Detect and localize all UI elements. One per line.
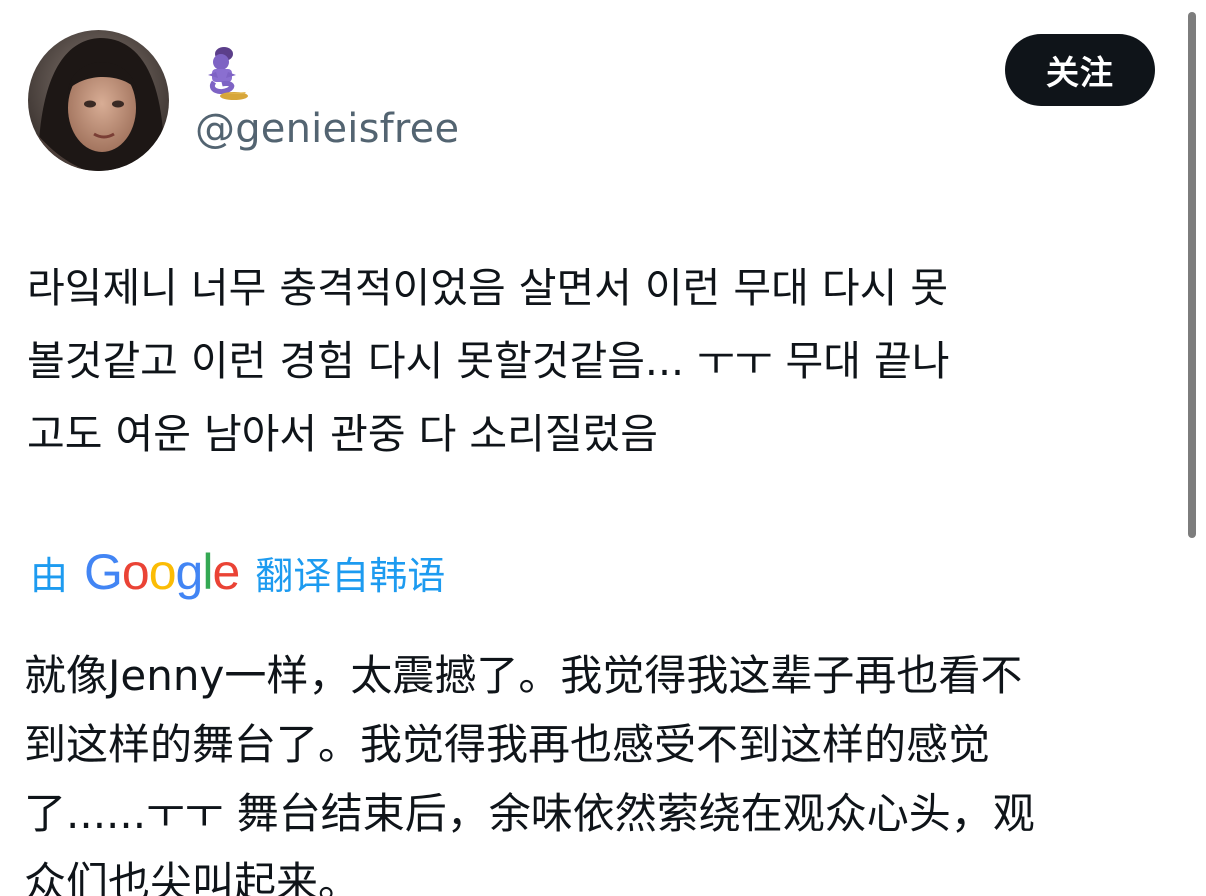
translated-text-line: 就像Jenny一样，太震撼了。我觉得我这辈子再也看不 bbox=[24, 651, 1023, 700]
translated-text-line: 到这样的舞台了。我觉得我再也感受不到这样的感觉 bbox=[24, 720, 991, 769]
tweet-text-line: 라잌제니 너무 충격적이었음 살면서 이런 무대 다시 못 bbox=[27, 264, 949, 312]
avatar-photo bbox=[28, 30, 169, 171]
google-logo-letter: g bbox=[175, 544, 204, 600]
google-logo-letter: G bbox=[84, 544, 123, 600]
author-handle[interactable]: @genieisfree bbox=[195, 106, 459, 152]
translation-attribution[interactable]: 由 G o o g l e 翻译自韩语 bbox=[30, 540, 445, 604]
translation-source-label: 翻译自韩语 bbox=[255, 553, 446, 598]
tweet-detail-view: @genieisfree 关注 라잌제니 너무 충격적이었음 살면서 이런 무대… bbox=[0, 0, 1206, 896]
translation-prefix: 由 bbox=[30, 553, 69, 598]
tweet-text: 라잌제니 너무 충격적이었음 살면서 이런 무대 다시 못 볼것같고 이런 경험… bbox=[27, 252, 1167, 471]
translated-text: 就像Jenny一样，太震撼了。我觉得我这辈子再也看不 到这样的舞台了。我觉得我再… bbox=[24, 641, 1184, 896]
avatar[interactable] bbox=[28, 30, 169, 171]
google-logo-letter: l bbox=[202, 544, 213, 600]
scrollbar[interactable] bbox=[1188, 12, 1196, 538]
google-logo: G o o g l e bbox=[84, 544, 240, 600]
tweet-text-line: 볼것같고 이런 경험 다시 못할것같음... ㅜㅜ 무대 끝나 bbox=[27, 337, 950, 385]
google-logo-letter: e bbox=[212, 544, 240, 600]
genie-icon bbox=[198, 42, 254, 102]
tweet-text-line: 고도 여운 남아서 관중 다 소리질렀음 bbox=[27, 410, 658, 458]
google-logo-letter: o bbox=[121, 544, 150, 600]
follow-button[interactable]: 关注 bbox=[1005, 34, 1155, 106]
translated-text-line: 了......ㅜㅜ 舞台结束后，余味依然萦绕在观众心头，观 bbox=[24, 789, 1035, 838]
google-logo-letter: o bbox=[148, 544, 177, 600]
translated-text-line: 众们也尖叫起来。 bbox=[24, 858, 361, 896]
